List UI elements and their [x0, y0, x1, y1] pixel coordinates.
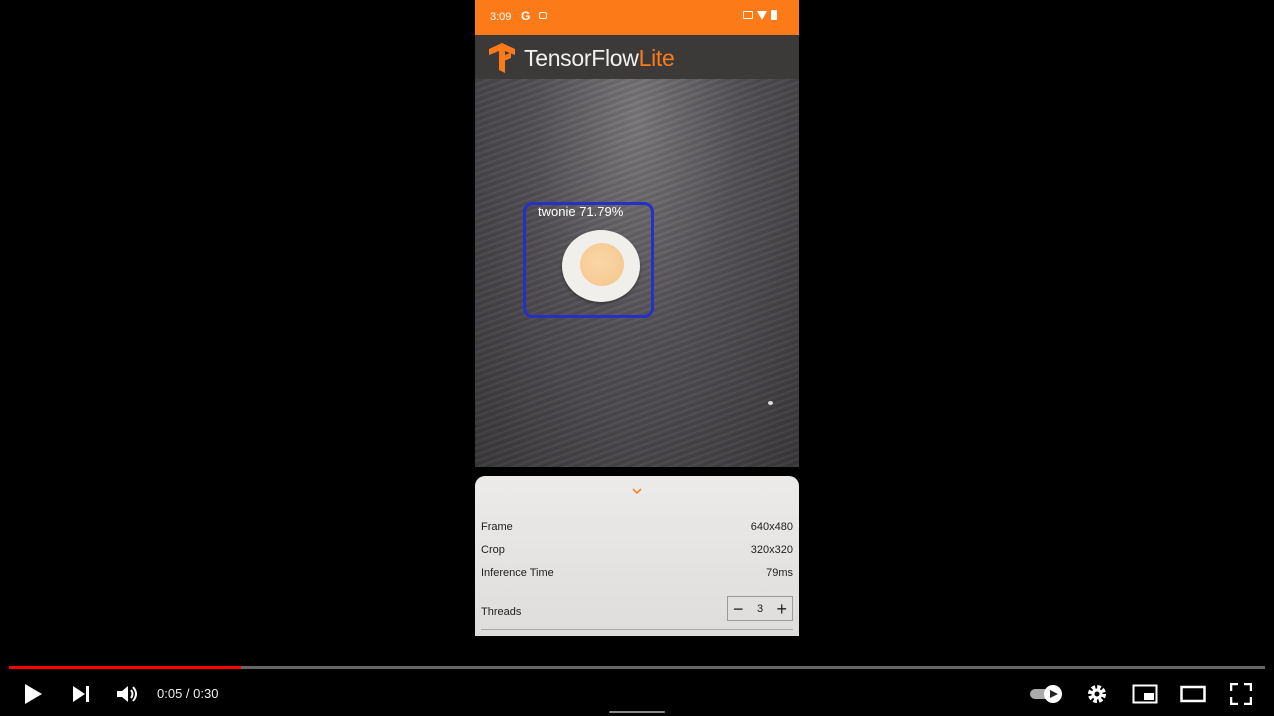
phone-screen: 3:09 G TensorFlowLite twonie 71.79% Fram	[475, 0, 799, 636]
info-row-inference-time: Inference Time 79ms	[481, 567, 793, 579]
info-value: 79ms	[766, 567, 793, 579]
detection-label: twonie 71.79%	[538, 204, 624, 219]
battery-icon	[771, 10, 777, 20]
screen-record-icon	[539, 12, 547, 19]
fullscreen-icon	[1230, 683, 1252, 705]
info-label: Crop	[481, 544, 505, 556]
status-icons	[743, 10, 777, 20]
play-icon	[25, 684, 42, 704]
divider	[481, 629, 793, 630]
threads-value: 3	[756, 602, 764, 615]
wifi-icon	[757, 10, 767, 20]
info-label: Inference Time	[481, 567, 554, 579]
autoplay-toggle[interactable]	[1027, 680, 1065, 708]
status-bar: 3:09 G	[475, 0, 799, 35]
info-value: 640x480	[750, 521, 793, 533]
settings-button[interactable]	[1083, 680, 1111, 708]
detection-bounding-box	[523, 202, 654, 318]
cast-icon	[743, 11, 753, 19]
info-row-crop: Crop 320x320	[481, 544, 793, 556]
volume-icon	[117, 686, 137, 702]
threads-minus-button[interactable]: −	[733, 600, 744, 618]
camera-preview: twonie 71.79%	[475, 79, 799, 467]
tensorflow-logo-icon	[489, 43, 515, 73]
theater-mode-button[interactable]	[1179, 680, 1207, 708]
chevron-down-icon[interactable]	[632, 488, 642, 494]
google-icon: G	[521, 9, 531, 23]
threads-label: Threads	[481, 606, 522, 618]
time-display: 0:05 / 0:30	[157, 686, 219, 701]
progress-bar[interactable]	[9, 666, 1265, 669]
miniplayer-button[interactable]	[1131, 680, 1159, 708]
next-icon	[73, 686, 89, 702]
threads-plus-button[interactable]: +	[776, 600, 787, 618]
volume-button[interactable]	[115, 680, 141, 708]
play-button[interactable]	[20, 680, 46, 708]
miniplayer-icon	[1132, 684, 1158, 704]
app-title-main: TensorFlow	[524, 45, 639, 71]
fullscreen-button[interactable]	[1228, 680, 1254, 708]
settings-icon	[1088, 685, 1106, 703]
app-title-accent: Lite	[638, 45, 675, 71]
app-toolbar: TensorFlowLite	[475, 35, 799, 79]
app-title: TensorFlowLite	[524, 45, 675, 72]
autoplay-toggle-icon	[1030, 685, 1062, 703]
info-value: 320x320	[750, 544, 793, 556]
threads-stepper: − 3 +	[727, 596, 793, 621]
home-indicator	[609, 711, 665, 713]
next-button[interactable]	[68, 680, 94, 708]
info-row-frame: Frame 640x480	[481, 521, 793, 533]
info-label: Frame	[481, 521, 513, 533]
bottom-sheet: Frame 640x480 Crop 320x320 Inference Tim…	[475, 476, 799, 636]
theater-icon	[1180, 685, 1206, 703]
progress-played	[9, 666, 241, 669]
status-time: 3:09	[490, 11, 512, 23]
background-speck	[768, 401, 773, 405]
